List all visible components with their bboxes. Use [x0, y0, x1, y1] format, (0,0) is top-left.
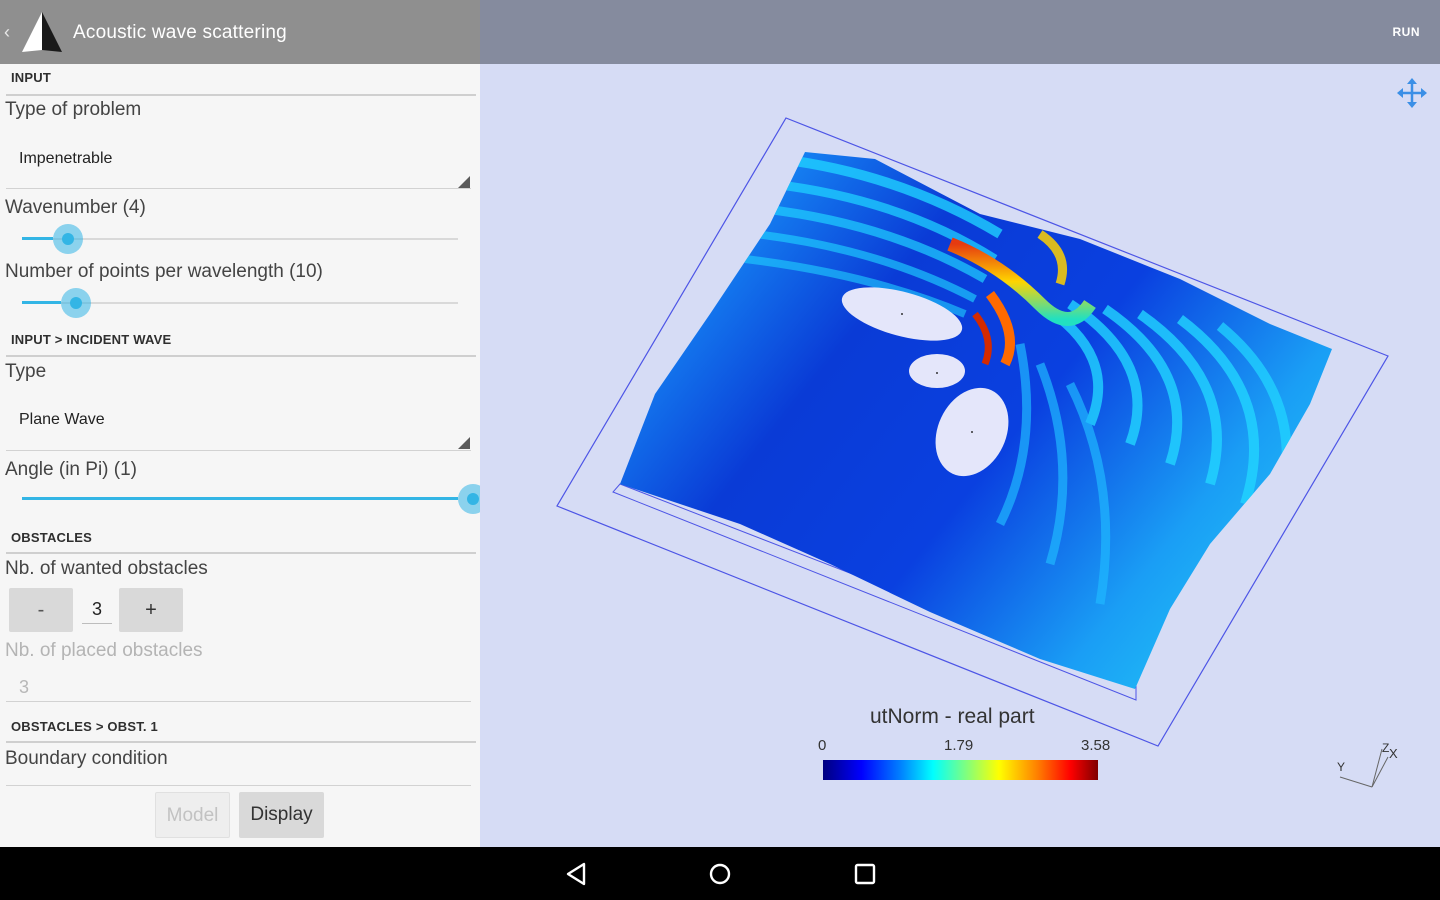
axis-y-label: Y	[1337, 760, 1345, 774]
colorbar-tick-mid: 1.79	[944, 737, 974, 754]
placed-obstacles-value: 3	[19, 677, 30, 697]
divider	[6, 701, 471, 702]
section-header-input: INPUT	[11, 70, 51, 85]
move-arrows-icon[interactable]	[1396, 77, 1428, 109]
divider	[6, 188, 471, 189]
back-icon[interactable]	[562, 859, 592, 889]
colorbar-tick-max: 3.58	[1081, 737, 1111, 754]
wavenumber-slider[interactable]	[22, 222, 458, 258]
slider-track	[22, 238, 458, 240]
parameters-panel: INPUT Type of problem Impenetrable Waven…	[0, 64, 480, 847]
viewport-toolbar: RUN	[480, 0, 1440, 64]
slider-fill	[22, 301, 61, 304]
slider-thumb[interactable]	[53, 224, 83, 254]
divider	[6, 741, 476, 743]
wave-type-spinner[interactable]: Plane Wave	[6, 396, 474, 452]
axes-triad-icon: Y Z X	[1337, 741, 1398, 788]
problem-type-value: Impenetrable	[19, 150, 113, 167]
app-bar: ‹ Acoustic wave scattering	[0, 0, 480, 64]
angle-label: Angle (in Pi) (1)	[5, 459, 137, 480]
boundary-condition-label: Boundary condition	[5, 748, 168, 769]
section-header-incident-wave: INPUT > INCIDENT WAVE	[11, 332, 172, 347]
slider-fill	[22, 497, 458, 500]
colorbar-tick-min: 0	[818, 737, 827, 754]
home-icon[interactable]	[705, 859, 735, 889]
dropdown-arrow-icon	[458, 437, 470, 449]
angle-slider[interactable]	[22, 482, 480, 518]
increment-button[interactable]: +	[119, 588, 183, 632]
divider	[6, 552, 476, 554]
recents-icon[interactable]	[850, 859, 880, 889]
wavenumber-label: Wavenumber (4)	[5, 197, 146, 218]
system-nav-bar	[0, 847, 1440, 900]
divider	[6, 450, 471, 451]
colorbar-title: utNorm - real part	[870, 705, 1035, 728]
divider	[82, 623, 112, 624]
obstacle-center	[971, 431, 973, 433]
wanted-obstacles-value[interactable]: 3	[84, 599, 110, 620]
app-title: Acoustic wave scattering	[73, 22, 287, 43]
app-logo-icon[interactable]	[18, 10, 66, 54]
problem-type-spinner[interactable]: Impenetrable	[6, 134, 474, 190]
slider-thumb[interactable]	[61, 288, 91, 318]
points-per-wavelength-label: Number of points per wavelength (10)	[5, 261, 323, 282]
points-per-wavelength-slider[interactable]	[22, 286, 458, 322]
obstacle-ellipse	[909, 354, 965, 388]
placed-obstacles-label: Nb. of placed obstacles	[5, 640, 203, 661]
decrement-button[interactable]: -	[9, 588, 73, 632]
colorbar	[823, 760, 1098, 780]
section-header-obstacle-1: OBSTACLES > OBST. 1	[11, 719, 158, 734]
divider	[6, 94, 476, 96]
wanted-obstacles-label: Nb. of wanted obstacles	[5, 558, 208, 579]
dropdown-arrow-icon	[458, 176, 470, 188]
wave-type-label: Type	[5, 361, 47, 382]
slider-fill	[22, 237, 53, 240]
problem-type-label: Type of problem	[5, 99, 142, 120]
obstacle-center	[936, 372, 938, 374]
wave-type-value: Plane Wave	[19, 411, 105, 428]
obstacle-center	[901, 313, 903, 315]
model-button: Model	[155, 792, 230, 838]
back-chevron-icon[interactable]: ‹	[4, 22, 10, 43]
axis-x-label: X	[1389, 746, 1398, 761]
section-header-obstacles: OBSTACLES	[11, 530, 93, 545]
plot-viewport[interactable]: utNorm - real part 0 1.79 3.58 Y Z X	[480, 64, 1440, 847]
divider	[6, 355, 476, 357]
slider-thumb[interactable]	[458, 484, 480, 514]
run-button[interactable]: RUN	[1393, 25, 1421, 39]
surface-plot[interactable]	[480, 64, 1440, 847]
divider	[6, 785, 471, 786]
display-button[interactable]: Display	[239, 792, 324, 838]
